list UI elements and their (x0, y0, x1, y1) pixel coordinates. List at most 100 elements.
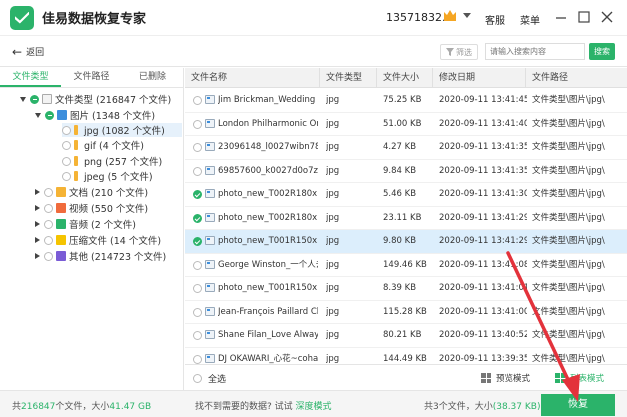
search-button[interactable]: 搜索 (589, 43, 615, 60)
row-checkbox[interactable] (193, 96, 202, 105)
table-row[interactable]: photo_new_T001R150x1... jpg 8.39 KB 2020-09… (185, 277, 627, 301)
cell-size: 80.21 KB (383, 330, 422, 340)
table-row[interactable]: DJ OKAWARI_心花~coha... jpg 144.49 KB 2020-09… (185, 348, 627, 365)
search-input[interactable] (485, 43, 585, 60)
tree-node-png[interactable]: png (257 个文件) (62, 154, 162, 168)
selected-summary: 共3个文件，大小(38.37 KB) (424, 402, 541, 412)
total-summary: 共216847个文件，大小41.47 GB (12, 402, 152, 412)
row-checkbox[interactable] (193, 307, 202, 317)
cell-type: jpg (326, 189, 340, 199)
tree-node-docs[interactable]: 文档 (210 个文件) (35, 185, 148, 199)
list-mode-option[interactable]: 列表模式 (555, 372, 604, 384)
cell-date: 2020-09-11 13:41:29 (439, 236, 527, 246)
row-checkbox[interactable] (193, 213, 202, 223)
row-checkbox[interactable] (193, 166, 202, 176)
tree-checkbox[interactable] (44, 203, 53, 213)
back-arrow-icon: ← (12, 44, 23, 59)
tree-checkbox[interactable] (62, 140, 71, 150)
table-row[interactable]: Shane Filan_Love Always_... jpg 80.21 KB 20… (185, 324, 627, 348)
table-row[interactable]: photo_new_T002R180x1... jpg 5.46 KB 2020-09… (185, 183, 627, 207)
table-row[interactable]: Jean-François Paillard Ch... jpg 115.28 KB… (185, 301, 627, 324)
tree-node-jpg[interactable]: jpg (1082 个文件) (62, 123, 182, 137)
tree-node-audio[interactable]: 音频 (2 个文件) (35, 217, 136, 231)
tree-checkbox[interactable] (62, 171, 71, 181)
row-checkbox[interactable] (193, 354, 202, 364)
row-checkbox[interactable] (193, 119, 202, 129)
tree-node-other[interactable]: 其他 (214723 个文件) (35, 249, 166, 263)
row-checkbox[interactable] (193, 331, 202, 340)
table-row[interactable]: 69857600_k0027d0o7zx... jpg 9.84 KB 2020-09… (185, 160, 627, 183)
row-checkbox[interactable] (193, 143, 202, 152)
table-row[interactable]: London Philharmonic Orc... jpg 51.00 KB 202… (185, 113, 627, 136)
table-row[interactable]: 23096148_l0027wibn78_... jpg 4.27 KB 2020-0… (185, 136, 627, 160)
maximize-icon[interactable] (577, 10, 591, 24)
cell-path: 文件类型\图片\jpg\ (532, 142, 605, 152)
image-file-icon (205, 353, 215, 363)
expand-icon[interactable] (35, 221, 40, 227)
tree-label: 音频 (2 个文件) (69, 220, 136, 231)
deep-scan-link[interactable]: 深度模式 (296, 402, 332, 412)
sidebar: 文件类型 文件路径 已删除 文件类型 (216847 个文件) 图片 (1348… (0, 68, 184, 390)
row-checkbox[interactable] (193, 284, 202, 293)
col-header-size[interactable]: 文件大小 (377, 68, 433, 88)
tab-file-type[interactable]: 文件类型 (0, 68, 61, 87)
tree-checkbox[interactable] (30, 94, 39, 104)
toolbar: ← 返回 筛选 搜索 (0, 37, 627, 67)
table-row[interactable]: Jim Brickman_Wedding S... jpg 75.25 KB 2020… (185, 89, 627, 113)
tree-checkbox[interactable] (62, 156, 71, 166)
tab-deleted[interactable]: 已删除 (122, 68, 183, 87)
row-checkbox[interactable] (193, 260, 202, 270)
tree-checkbox[interactable] (44, 187, 53, 197)
cell-path: 文件类型\图片\jpg\ (532, 189, 605, 199)
recover-button[interactable]: 恢复 (541, 394, 615, 416)
expand-icon[interactable] (35, 253, 40, 259)
cell-type: jpg (326, 212, 340, 223)
select-all-checkbox[interactable] (193, 374, 202, 383)
tree-node-images[interactable]: 图片 (1348 个文件) (35, 108, 155, 122)
preview-mode-option[interactable]: 预览模式 (481, 372, 530, 384)
back-button[interactable]: ← 返回 (12, 44, 44, 59)
account-dropdown-icon[interactable] (463, 13, 471, 18)
tree-checkbox[interactable] (45, 110, 54, 120)
tree-node-gif[interactable]: gif (4 个文件) (62, 138, 144, 152)
cell-size: 115.28 KB (383, 306, 427, 317)
minimize-icon[interactable] (554, 10, 568, 24)
tree-node-root[interactable]: 文件类型 (216847 个文件) (20, 92, 171, 106)
tab-file-path[interactable]: 文件路径 (61, 68, 122, 87)
tree-label: 压缩文件 (14 个文件) (69, 236, 162, 247)
cell-type: jpg (326, 283, 340, 293)
filter-button[interactable]: 筛选 (440, 44, 478, 60)
table-row[interactable]: photo_new_T002R180x1... jpg 23.11 KB 2020-0… (185, 207, 627, 230)
col-header-name[interactable]: 文件名称 (185, 68, 320, 88)
cell-date: 2020-09-11 13:41:35 (439, 142, 527, 152)
root-folder-icon (42, 94, 52, 104)
row-checkbox[interactable] (193, 190, 202, 199)
table-row[interactable]: George Winston_一个人去... jpg 149.46 KB 2020-0… (185, 254, 627, 277)
tree-checkbox[interactable] (44, 219, 53, 229)
expand-icon[interactable] (35, 189, 40, 195)
col-header-path[interactable]: 文件路径 (526, 68, 627, 88)
cell-path: 文件类型\图片\jpg\ (532, 330, 605, 340)
close-icon[interactable] (600, 10, 614, 24)
select-all[interactable]: 全选 (193, 372, 226, 385)
cell-size: 75.25 KB (383, 95, 422, 105)
folder-icon (74, 140, 78, 150)
expand-icon[interactable] (20, 96, 26, 102)
tree-node-jpeg[interactable]: jpeg (5 个文件) (62, 169, 153, 183)
row-checkbox[interactable] (193, 237, 202, 246)
tree-checkbox[interactable] (44, 251, 53, 261)
col-header-date[interactable]: 修改日期 (433, 68, 526, 88)
customer-service-link[interactable]: 客服 (485, 12, 505, 27)
tree-checkbox[interactable] (62, 125, 71, 135)
sidebar-tabs: 文件类型 文件路径 已删除 (0, 68, 183, 88)
tree-checkbox[interactable] (44, 235, 53, 245)
table-row[interactable]: photo_new_T001R150x1... jpg 9.80 KB 2020-09… (185, 230, 627, 254)
menu-link[interactable]: 菜单 (520, 12, 540, 27)
tree-node-video[interactable]: 视频 (550 个文件) (35, 201, 148, 215)
expand-icon[interactable] (35, 205, 40, 211)
tree-node-archive[interactable]: 压缩文件 (14 个文件) (35, 233, 161, 247)
expand-icon[interactable] (35, 237, 40, 243)
image-file-icon (205, 118, 215, 128)
expand-icon[interactable] (35, 112, 41, 118)
col-header-type[interactable]: 文件类型 (320, 68, 377, 88)
